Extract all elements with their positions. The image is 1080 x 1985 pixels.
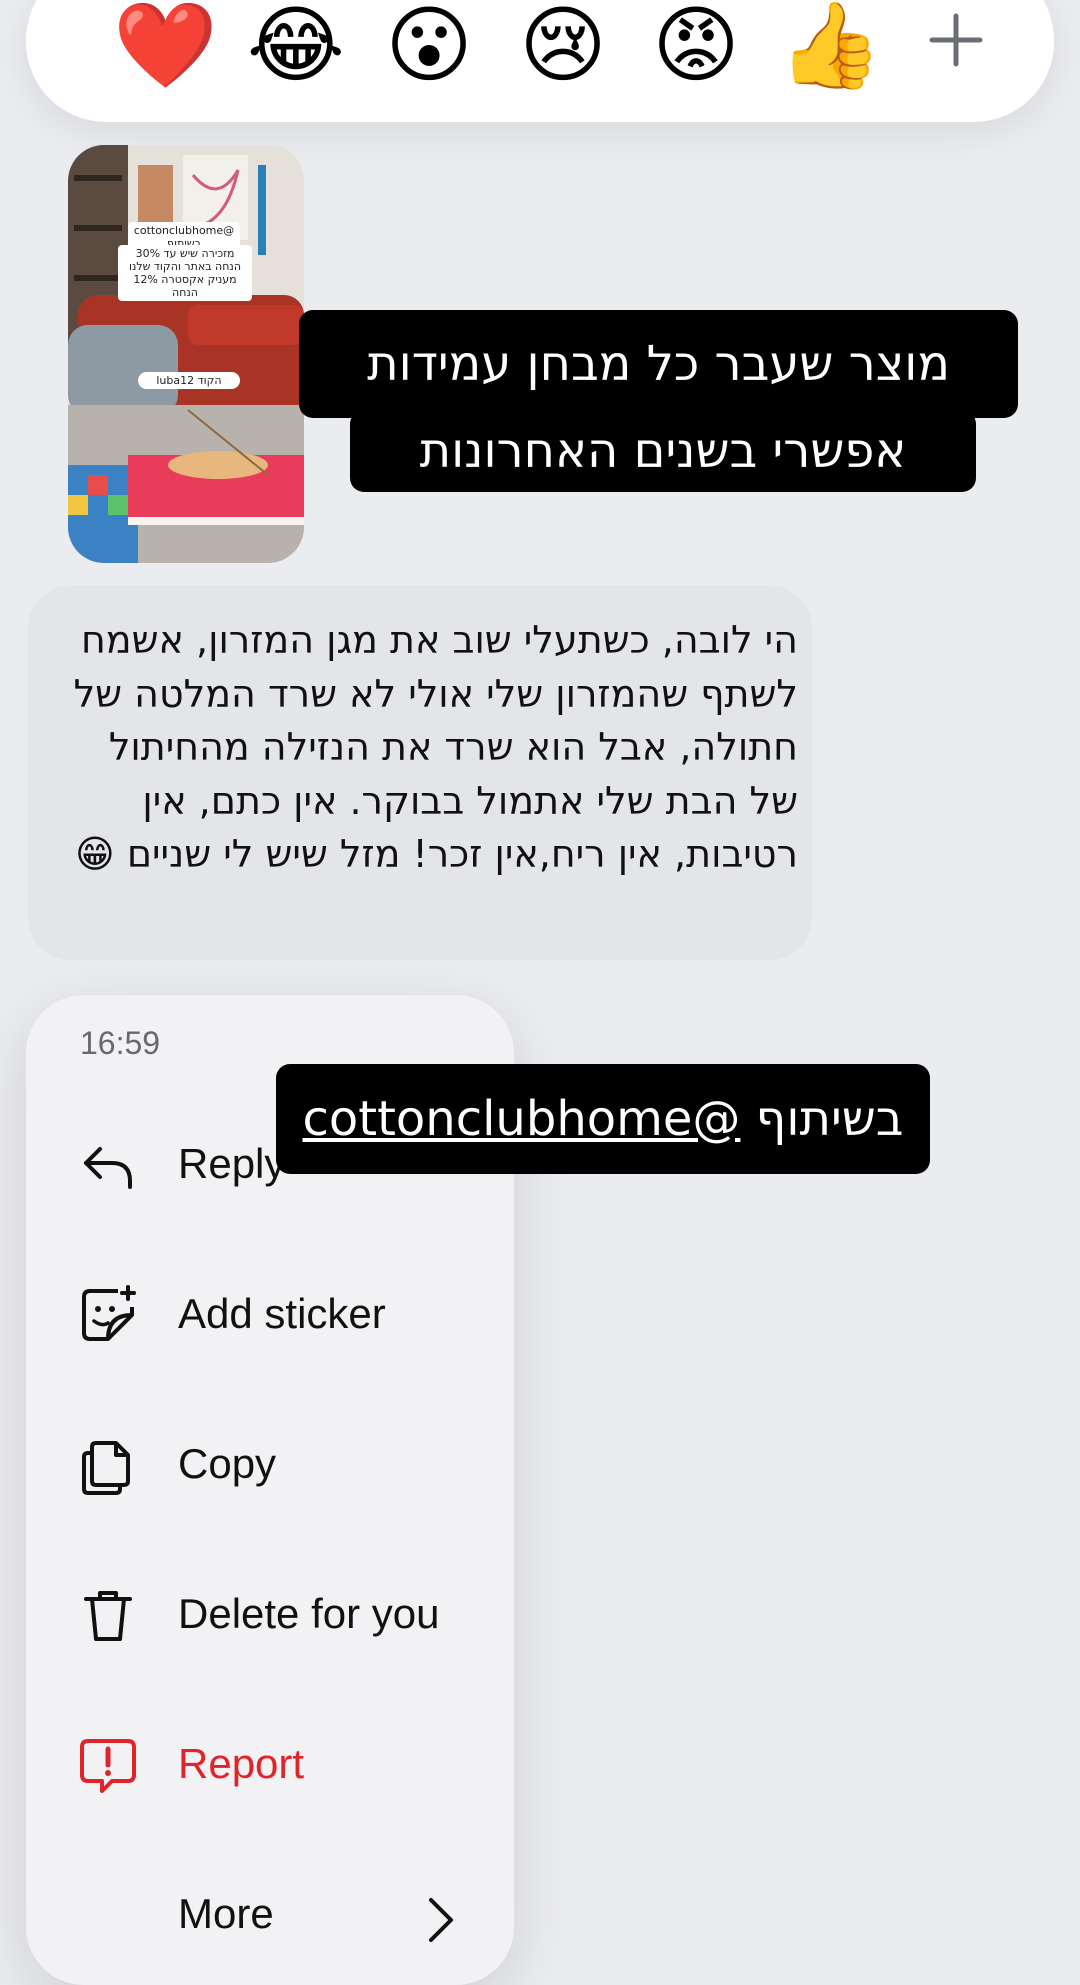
tag-prefix: בשיתוף <box>740 1091 904 1147</box>
delete-label: Delete for you <box>178 1590 440 1637</box>
reaction-wow[interactable]: 😮 <box>379 0 479 90</box>
reaction-sad[interactable]: 😢 <box>513 0 613 90</box>
reaction-bar: ❤️ 😂 😮 😢 😡 👍 <box>26 0 1054 122</box>
story-caption-line-2: אפשרי בשנים האחרונות <box>350 410 976 492</box>
story-preview[interactable]: @cottonclubhome בשיתוף מזכירה שיש עד 30%… <box>68 145 304 563</box>
report-button[interactable]: Report <box>26 1710 514 1820</box>
message-timestamp: 16:59 <box>80 1025 161 1061</box>
chevron-right-icon <box>429 1898 453 1942</box>
more-button[interactable]: More <box>26 1860 514 1970</box>
reply-label: Reply <box>178 1140 286 1187</box>
reaction-heart[interactable]: ❤️ <box>113 0 218 90</box>
tag-handle-link[interactable]: cottonclubhome@ <box>303 1091 741 1147</box>
add-sticker-button[interactable]: Add sticker <box>26 1260 514 1370</box>
reply-icon <box>84 1147 132 1189</box>
reaction-angry[interactable]: 😡 <box>646 0 746 90</box>
story-tag-overlay: בשיתוף cottonclubhome@ <box>276 1064 930 1174</box>
report-icon <box>80 1739 136 1793</box>
add-sticker-label: Add sticker <box>178 1290 386 1337</box>
story-image <box>68 145 304 563</box>
story-caption-line-1: מוצר שעבר כל מבחן עמידות <box>299 310 1018 418</box>
trash-icon <box>84 1591 132 1641</box>
copy-button[interactable]: Copy <box>26 1410 514 1520</box>
message-bubble[interactable]: הי לובה, כשתעלי שוב את מגן המזרון, אשמח … <box>28 586 812 960</box>
sticker-icon <box>82 1285 136 1341</box>
delete-button[interactable]: Delete for you <box>26 1560 514 1670</box>
copy-label: Copy <box>178 1440 277 1487</box>
reaction-laugh[interactable]: 😂 <box>246 0 346 90</box>
story-note-code: הקוד luba12 <box>138 372 240 389</box>
copy-icon <box>82 1441 130 1495</box>
reaction-thumbs-up[interactable]: 👍 <box>778 0 883 90</box>
report-label: Report <box>178 1740 305 1787</box>
story-note-discount: מזכירה שיש עד 30% הנחה באתר והקוד שלנו מ… <box>118 245 252 301</box>
more-label: More <box>178 1890 274 1937</box>
plus-icon <box>929 13 983 67</box>
add-reaction-button[interactable] <box>906 0 1006 80</box>
message-text: הי לובה, כשתעלי שוב את מגן המזרון, אשמח … <box>73 618 798 876</box>
